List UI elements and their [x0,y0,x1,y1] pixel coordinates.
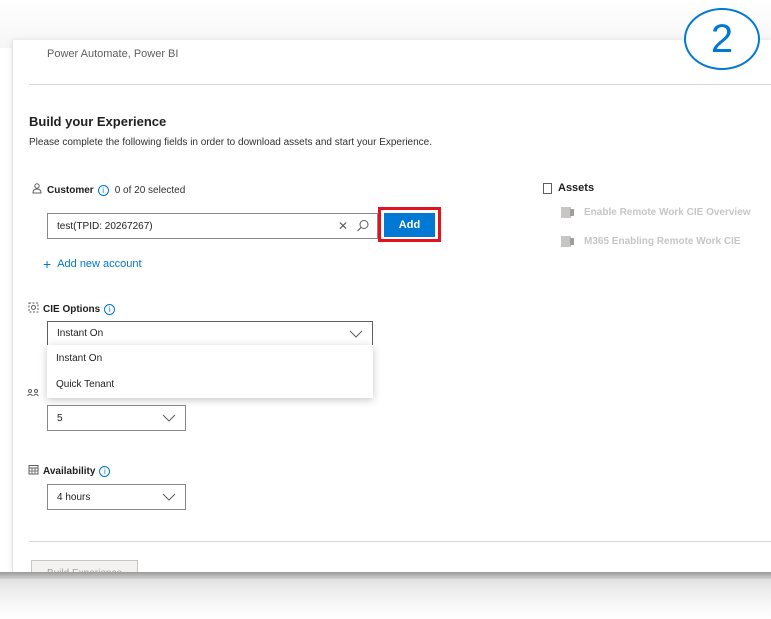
dropdown-option-quick-tenant[interactable]: Quick Tenant [47,371,373,397]
availability-label: Availability [43,465,96,477]
add-customer-button[interactable]: Add [384,213,435,237]
presentation-icon [561,236,574,247]
options-icon [27,302,39,316]
asset-label: Enable Remote Work CIE Overview [584,207,751,218]
chevron-down-icon [159,412,179,424]
customer-input-value[interactable]: test(TPID: 20267267) [57,221,335,232]
assets-label: Assets [558,182,595,194]
info-icon[interactable]: i [99,465,111,477]
cie-options-select[interactable]: Instant On [47,321,373,346]
cie-options-selected: Instant On [57,328,104,339]
build-description: Please complete the following fields in … [29,137,433,148]
availability-selected: 4 hours [57,491,91,503]
asset-label: M365 Enabling Remote Work CIE [584,236,741,247]
asset-item[interactable]: Enable Remote Work CIE Overview [561,207,751,218]
cie-options-label: CIE Options [43,303,101,315]
customer-search-input[interactable]: test(TPID: 20267267) ✕ [47,213,378,239]
users-icon [27,388,39,399]
divider-top [29,84,771,85]
calendar-icon [27,464,39,478]
cie-options-dropdown: Instant On Quick Tenant [47,345,373,398]
add-new-account-link[interactable]: + Add new account [43,255,142,272]
chevron-down-icon [159,491,179,503]
availability-select[interactable]: 4 hours [47,484,186,510]
document-icon [543,182,552,194]
presentation-icon [561,207,574,218]
experience-panel: Power Automate, Power BI Build your Expe… [12,40,771,573]
quantity-selected: 5 [57,412,63,424]
customer-label-row: Customer i 0 of 20 selected [31,183,185,197]
quantity-select[interactable]: 5 [47,405,186,431]
customer-selected-count: 0 of 20 selected [114,184,186,196]
build-title: Build your Experience [29,114,167,129]
availability-label-row: Availability i [27,464,111,478]
info-icon[interactable]: i [97,184,109,196]
search-icon[interactable] [355,218,371,234]
divider-bottom [29,541,771,542]
cie-options-label-row: CIE Options i [27,302,116,316]
plus-icon: + [43,255,52,272]
dropdown-option-instant-on[interactable]: Instant On [47,345,373,371]
close-icon[interactable]: ✕ [335,219,351,233]
customer-label: Customer [47,184,94,196]
add-new-account-label: Add new account [57,258,142,270]
chevron-down-icon [346,328,366,340]
asset-item[interactable]: M365 Enabling Remote Work CIE [561,236,741,247]
previous-section-text: Power Automate, Power BI [47,48,179,60]
assets-header: Assets [543,182,594,194]
person-icon [31,183,43,197]
step-number-badge: 2 [684,8,760,70]
info-icon[interactable]: i [104,303,116,315]
panel-bottom-edge [0,572,771,619]
